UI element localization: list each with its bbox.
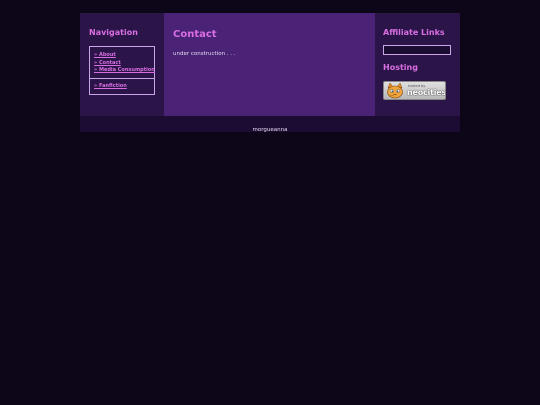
page-title: Contact <box>173 29 217 40</box>
footer: morgueanna <box>80 116 460 133</box>
footer-text: morgueanna <box>252 127 288 133</box>
content-text: under construction . . . <box>173 51 236 57</box>
affiliate-links-heading: Affiliate Links <box>383 28 445 37</box>
navigation-heading: Navigation <box>89 28 138 37</box>
nav-link-media-consumption[interactable]: » Media Consumption <box>94 67 155 75</box>
sidebar-right: Affiliate Links Hosting hosted by neocit… <box>375 13 460 116</box>
page-container: Navigation » About » Contact » Media Con… <box>80 13 460 133</box>
hosting-heading: Hosting <box>383 63 418 72</box>
nav-link-contact[interactable]: » Contact <box>94 60 155 68</box>
sidebar-navigation: Navigation » About » Contact » Media Con… <box>80 13 164 116</box>
affiliate-links-box[interactable] <box>383 45 451 55</box>
nav-link-fanfiction[interactable]: » Fanfiction <box>94 83 127 91</box>
columns: Navigation » About » Contact » Media Con… <box>80 13 460 116</box>
navigation-divider <box>90 78 154 79</box>
main-content: Contact under construction . . . <box>164 13 375 116</box>
badge-neocities-text: neocities <box>407 88 446 97</box>
neocities-badge[interactable]: hosted by neocities <box>383 81 446 100</box>
navigation-box: » About » Contact » Media Consumption » … <box>89 46 155 95</box>
navigation-list: » About » Contact » Media Consumption <box>94 52 155 75</box>
neocities-cat-icon <box>387 83 403 99</box>
nav-link-about[interactable]: » About <box>94 52 155 60</box>
